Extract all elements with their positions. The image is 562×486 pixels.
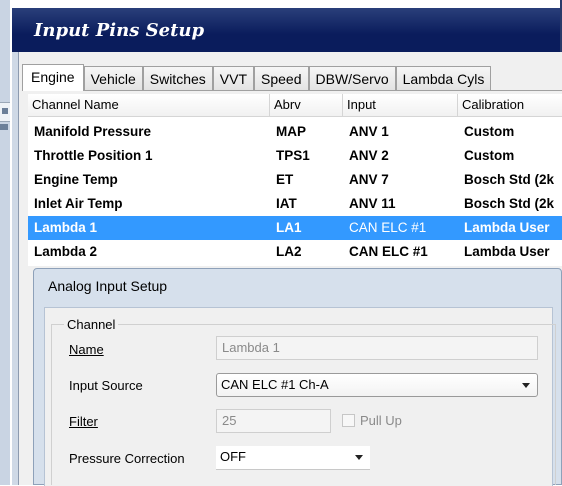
input-source-value: CAN ELC #1 Ch-A <box>221 377 329 392</box>
filter-label-text: Filter <box>69 414 98 429</box>
tab-switches[interactable]: Switches <box>142 66 213 90</box>
column-header-channel-name[interactable]: Channel Name <box>28 94 270 116</box>
table-row-selected[interactable]: Lambda 1 LA1 CAN ELC #1 Lambda User <box>28 216 562 240</box>
cell-input: CAN ELC #1 <box>349 244 428 259</box>
filter-label: Filter <box>69 414 98 429</box>
cell-calibration: Lambda User <box>464 220 550 235</box>
cell-channel-name: Lambda 2 <box>34 244 98 259</box>
table-row[interactable]: Engine Temp ET ANV 7 Bosch Std (2k <box>28 168 562 192</box>
cell-abrv: LA2 <box>276 244 302 259</box>
tab-bar: Engine Vehicle Switches VVT Speed DBW/Se… <box>22 64 492 91</box>
dialog-title: Analog Input Setup <box>48 278 168 294</box>
pressure-correction-select[interactable]: OFF <box>216 446 370 470</box>
table-row[interactable]: Inlet Air Temp IAT ANV 11 Bosch Std (2k <box>28 192 562 216</box>
left-edge-strip <box>0 0 10 485</box>
table-row[interactable]: Manifold Pressure MAP ANV 1 Custom <box>28 120 562 144</box>
cell-calibration: Bosch Std (2k <box>464 172 555 187</box>
pressure-correction-value: OFF <box>220 449 246 464</box>
cell-abrv: IAT <box>276 196 297 211</box>
cell-channel-name: Manifold Pressure <box>34 124 152 139</box>
table-row[interactable]: Lambda 2 LA2 CAN ELC #1 Lambda User <box>28 240 562 264</box>
window-title: Input Pins Setup <box>34 20 205 41</box>
table-row[interactable]: Throttle Position 1 TPS1 ANV 2 Custom <box>28 144 562 168</box>
channel-group-label: Channel <box>64 317 119 332</box>
cell-channel-name: Engine Temp <box>34 172 118 187</box>
tab-lambda-cyls[interactable]: Lambda Cyls <box>395 66 492 90</box>
cell-input: CAN ELC #1 <box>349 220 427 235</box>
input-source-select[interactable]: CAN ELC #1 Ch-A <box>216 373 538 397</box>
cell-calibration: Custom <box>464 148 515 163</box>
tab-divider <box>22 90 562 91</box>
filter-field[interactable]: 25 <box>216 409 331 433</box>
cell-calibration: Lambda User <box>464 244 550 259</box>
column-header-input[interactable]: Input <box>343 94 458 116</box>
cell-calibration: Bosch Std (2k <box>464 196 555 211</box>
left-edge-marker-2 <box>0 124 8 130</box>
tab-engine[interactable]: Engine <box>22 64 84 91</box>
cell-abrv: LA1 <box>276 220 302 235</box>
name-field[interactable]: Lambda 1 <box>216 336 538 360</box>
cell-input: ANV 1 <box>349 124 389 139</box>
cell-calibration: Custom <box>464 124 515 139</box>
cell-input: ANV 11 <box>349 196 396 211</box>
name-label-text: Name <box>69 342 104 357</box>
cell-input: ANV 7 <box>349 172 389 187</box>
cell-channel-name: Inlet Air Temp <box>34 196 123 211</box>
cell-abrv: ET <box>276 172 294 187</box>
tab-vehicle[interactable]: Vehicle <box>83 66 143 90</box>
chevron-down-icon <box>355 455 363 460</box>
tab-vvt[interactable]: VVT <box>212 66 255 90</box>
tab-speed[interactable]: Speed <box>254 66 309 90</box>
table-header: Channel Name Abrv Input Calibration <box>28 94 562 117</box>
chevron-down-icon <box>522 383 530 388</box>
cell-abrv: TPS1 <box>276 148 310 163</box>
cell-abrv: MAP <box>276 124 306 139</box>
window-titlebar[interactable]: Input Pins Setup <box>12 0 562 60</box>
column-header-calibration[interactable]: Calibration <box>458 94 562 116</box>
cell-channel-name: Lambda 1 <box>34 220 98 235</box>
pull-up-label: Pull Up <box>360 413 402 428</box>
input-source-label: Input Source <box>69 378 143 393</box>
left-edge-marker <box>2 108 8 114</box>
pressure-correction-label: Pressure Correction <box>69 451 185 466</box>
tab-dbw-servo[interactable]: DBW/Servo <box>308 66 396 90</box>
name-label: Name <box>69 342 104 357</box>
cell-channel-name: Throttle Position 1 <box>34 148 153 163</box>
cell-input: ANV 2 <box>349 148 389 163</box>
pull-up-checkbox[interactable] <box>342 414 355 427</box>
column-header-abrv[interactable]: Abrv <box>270 94 343 116</box>
